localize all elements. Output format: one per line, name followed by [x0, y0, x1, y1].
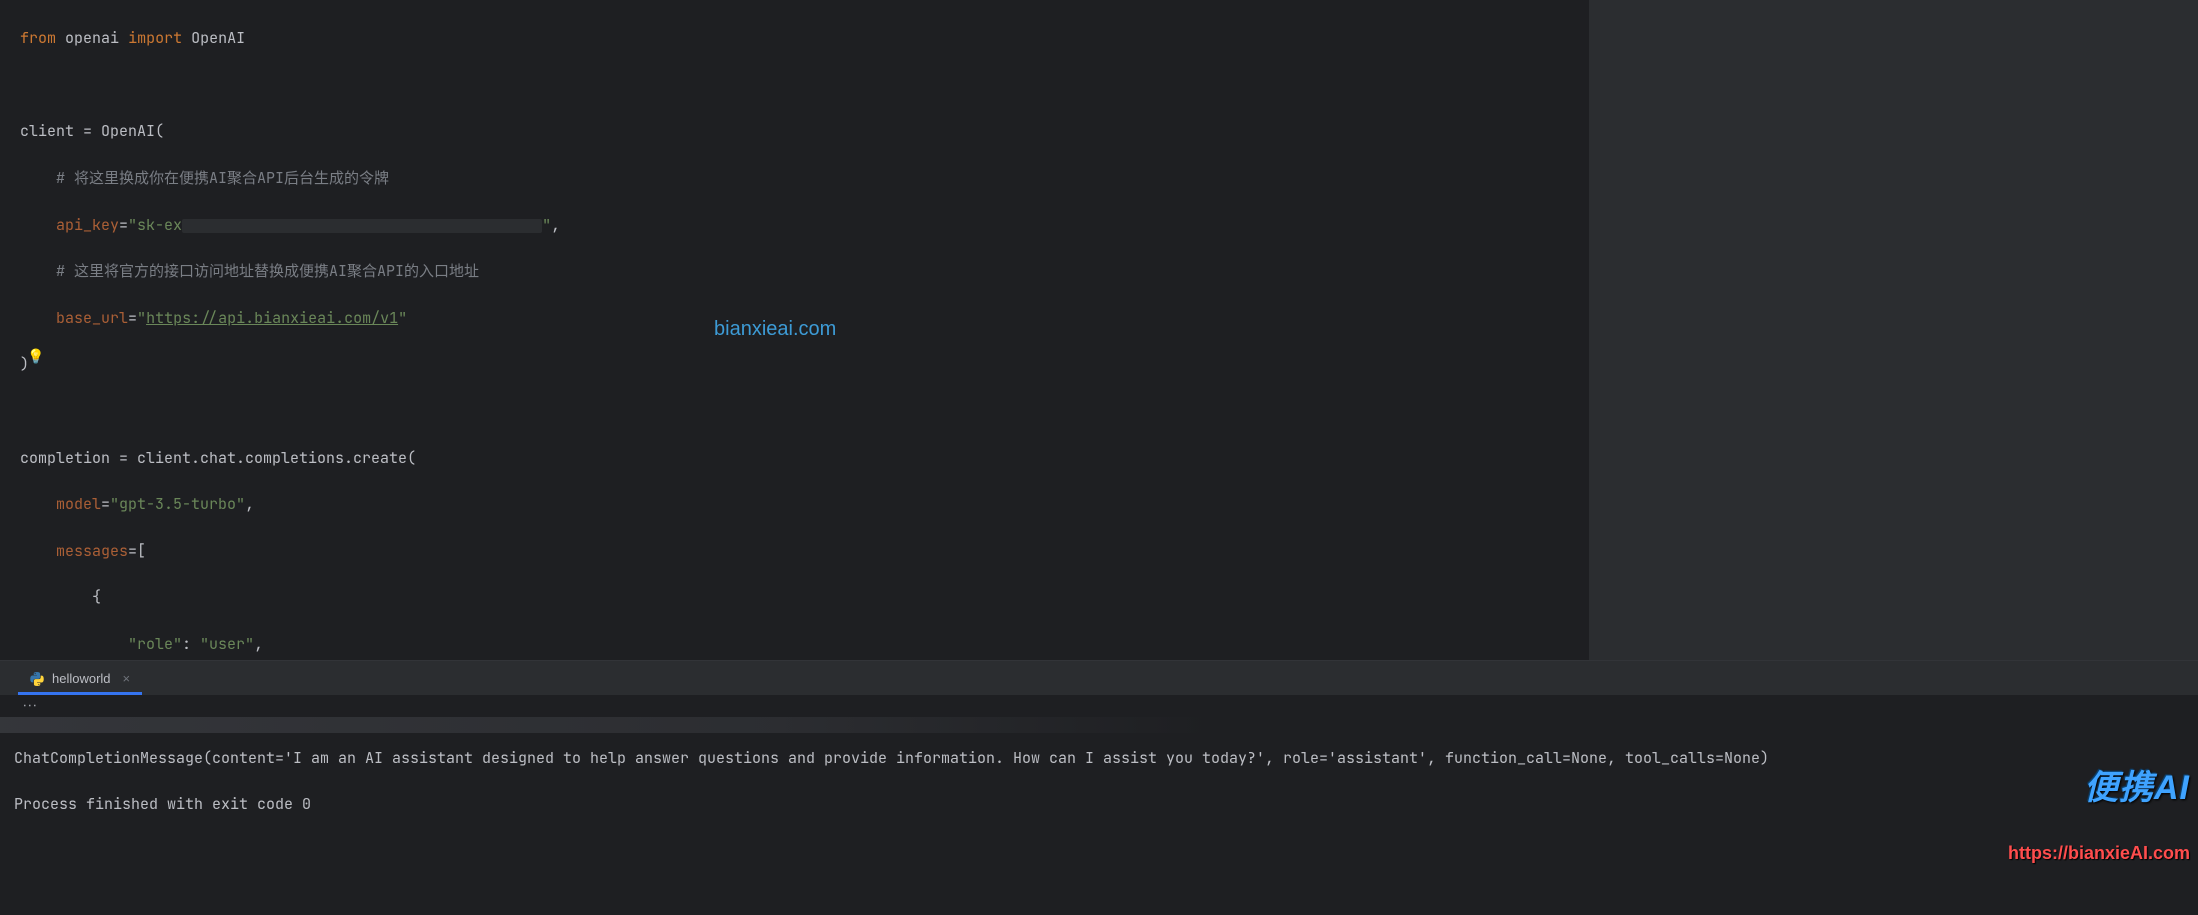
editor-gutter — [0, 0, 18, 660]
redacted-api-key — [182, 219, 542, 233]
run-console[interactable]: ChatCompletionMessage(content='I am an A… — [0, 733, 2198, 915]
run-tab-label: helloworld — [52, 671, 111, 686]
code-editor[interactable]: 💡 from openai import OpenAI client = Ope… — [0, 0, 1588, 660]
param-api-key: api_key — [56, 215, 119, 235]
run-tool-window: helloworld × ⋮ ChatCompletionMessage(con… — [0, 660, 2198, 915]
ide-root: 💡 from openai import OpenAI client = Ope… — [0, 0, 2198, 915]
param-base-url: base_url — [56, 308, 128, 328]
code-content[interactable]: from openai import OpenAI client = OpenA… — [18, 0, 1588, 660]
python-file-icon — [30, 672, 44, 686]
string-model: "gpt-3.5-turbo" — [110, 494, 245, 514]
param-messages: messages — [56, 541, 128, 561]
module-openai: openai — [65, 28, 119, 48]
string-base-url: https://api.bianxieai.com/v1 — [146, 308, 398, 328]
console-exit-line: Process finished with exit code 0 — [14, 794, 311, 814]
more-actions-icon[interactable]: ⋮ — [21, 699, 39, 714]
close-tab-icon[interactable]: × — [119, 671, 131, 686]
right-tool-panel — [1588, 0, 2198, 660]
comment-baseurl: # 这里将官方的接口访问地址替换成便携AI聚合API的入口地址 — [56, 261, 479, 281]
console-output-line: ChatCompletionMessage(content='I am an A… — [14, 748, 1769, 768]
dict-key-role: "role" — [128, 634, 182, 654]
dict-val-user: "user" — [200, 634, 254, 654]
assign-client: client = OpenAI( — [20, 121, 164, 141]
class-openai: OpenAI — [191, 28, 245, 48]
assign-completion: completion = client.chat.completions.cre… — [20, 448, 416, 468]
run-tabs-bar: helloworld × — [0, 661, 2198, 695]
run-toolbar: ⋮ — [0, 695, 2198, 717]
keyword-import: import — [128, 28, 182, 48]
param-model: model — [56, 494, 101, 514]
comment-token: # 将这里换成你在便携AI聚合API后台生成的令牌 — [56, 168, 389, 188]
string-api-key-open: "sk-ex — [128, 215, 182, 235]
brand-url-text: https://bianxieAI.com — [2008, 842, 2190, 865]
editor-row: 💡 from openai import OpenAI client = Ope… — [0, 0, 2198, 660]
brand-cn-text: 便携AI — [2008, 777, 2190, 800]
brace-open: { — [92, 587, 101, 607]
run-tab-helloworld[interactable]: helloworld × — [18, 665, 142, 695]
console-divider — [0, 717, 2198, 733]
keyword-from: from — [20, 28, 56, 48]
brand-overlay: 便携AI https://bianxieAI.com — [2008, 733, 2190, 911]
